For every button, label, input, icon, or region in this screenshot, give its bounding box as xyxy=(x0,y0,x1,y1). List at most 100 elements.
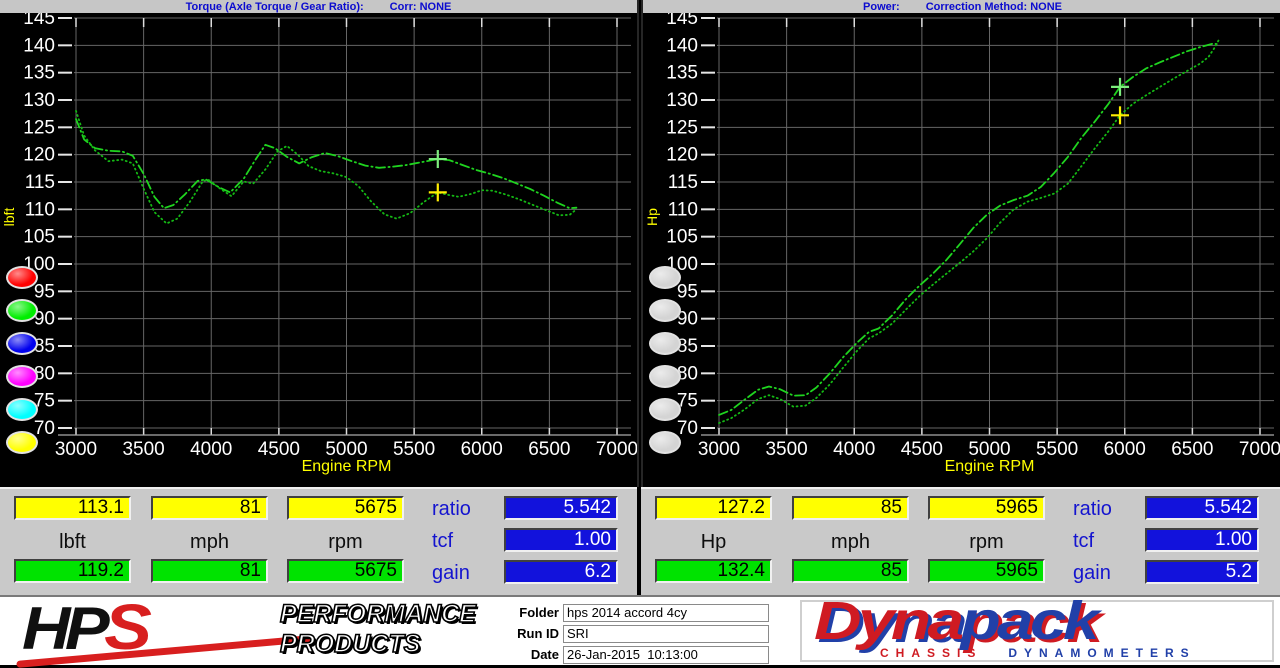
ratio-value-field: 5.542 xyxy=(504,496,618,520)
run-selector-button-2[interactable] xyxy=(6,299,38,322)
dynapack-subtitle: CHASSISDYNAMOMETERS xyxy=(880,646,1196,660)
svg-text:6500: 6500 xyxy=(528,439,570,460)
torque-sri-value-field: 119.2 xyxy=(14,559,131,583)
run-selector-button-1[interactable] xyxy=(649,266,681,289)
svg-text:3000: 3000 xyxy=(698,439,740,460)
svg-text:6000: 6000 xyxy=(461,439,503,460)
torque-baseline-value-field: 113.1 xyxy=(14,496,131,520)
gain-value-field: 5.2 xyxy=(1145,560,1259,584)
tcf-value-field: 1.00 xyxy=(1145,528,1259,552)
rpm-unit-label: rpm xyxy=(287,531,404,554)
torque-y-axis-label: lbft xyxy=(1,187,17,247)
svg-text:140: 140 xyxy=(666,35,698,56)
ratio-label: ratio xyxy=(1073,498,1143,521)
speed-unit-label: mph xyxy=(151,531,268,554)
tcf-label: tcf xyxy=(432,530,502,553)
svg-text:4500: 4500 xyxy=(901,439,943,460)
tcf-label: tcf xyxy=(1073,530,1143,553)
power-correction-label: Correction Method: NONE xyxy=(926,1,1062,13)
hps-logo-tagline: PERFORMANCE PRODUCTS xyxy=(280,599,476,659)
hps-performance-text: PERFORMANCE xyxy=(280,599,476,629)
footer-bar: HPS PERFORMANCE PRODUCTS Folder hps 2014… xyxy=(0,595,1280,665)
hps-logo: HPS PERFORMANCE PRODUCTS xyxy=(6,598,476,662)
ratio-label: ratio xyxy=(432,498,502,521)
svg-text:110: 110 xyxy=(668,199,698,220)
svg-text:4000: 4000 xyxy=(833,439,875,460)
svg-text:3000: 3000 xyxy=(55,439,97,460)
hps-products-text: PRODUCTS xyxy=(280,629,476,659)
run-info-block: Folder hps 2014 accord 4cy Run ID SRI Da… xyxy=(497,602,769,665)
run-selector-button-6[interactable] xyxy=(6,431,38,454)
runid-input[interactable]: SRI xyxy=(563,625,769,643)
svg-text:140: 140 xyxy=(23,35,55,56)
svg-text:120: 120 xyxy=(23,145,55,166)
power-baseline-value-field: 127.2 xyxy=(655,496,772,520)
run-selector-button-3[interactable] xyxy=(649,332,681,355)
ratio-value-field: 5.542 xyxy=(1145,496,1259,520)
power-title: Power: xyxy=(863,1,900,13)
torque-sri-rpm-field: 5675 xyxy=(287,559,404,583)
power-readout-panel: 127.2 85 5965 Hp mph rpm 132.4 85 5965 r… xyxy=(641,487,1280,595)
date-input[interactable]: 26-Jan-2015 10:13:00 xyxy=(563,646,769,664)
svg-text:135: 135 xyxy=(666,63,698,84)
torque-unit-label: lbft xyxy=(14,531,131,554)
svg-text:5000: 5000 xyxy=(968,439,1010,460)
torque-chart-plot[interactable]: 7075808590951001051101151201251301351401… xyxy=(0,13,637,487)
run-selector-button-6[interactable] xyxy=(649,431,681,454)
power-chart-plot[interactable]: 7075808590951001051101151201251301351401… xyxy=(643,13,1280,487)
svg-text:3500: 3500 xyxy=(765,439,807,460)
power-y-axis-label: Hp xyxy=(644,187,660,247)
dynapack-dyna: Dyna xyxy=(814,591,960,651)
power-baseline-speed-field: 85 xyxy=(792,496,909,520)
svg-text:4000: 4000 xyxy=(190,439,232,460)
runid-row: Run ID SRI xyxy=(497,623,769,644)
run-selector-button-4[interactable] xyxy=(6,365,38,388)
power-unit-label: Hp xyxy=(655,531,772,554)
torque-correction-label: Corr: NONE xyxy=(390,1,452,13)
folder-input[interactable]: hps 2014 accord 4cy xyxy=(563,604,769,622)
svg-text:105: 105 xyxy=(23,227,55,248)
torque-x-axis-label: Engine RPM xyxy=(76,458,617,476)
power-chart-panel: Power: Correction Method: NONE 707580859… xyxy=(641,0,1280,487)
svg-text:115: 115 xyxy=(668,172,698,193)
svg-text:130: 130 xyxy=(23,90,55,111)
dynapack-pack: pack xyxy=(960,591,1096,651)
svg-text:145: 145 xyxy=(23,13,55,29)
svg-text:115: 115 xyxy=(25,172,55,193)
run-selector-button-5[interactable] xyxy=(6,398,38,421)
torque-title-bar: Torque (Axle Torque / Gear Ratio): Corr:… xyxy=(0,0,637,13)
svg-text:110: 110 xyxy=(25,199,55,220)
torque-baseline-speed-field: 81 xyxy=(151,496,268,520)
svg-text:7000: 7000 xyxy=(596,439,637,460)
run-selector-button-3[interactable] xyxy=(6,332,38,355)
power-x-axis-label: Engine RPM xyxy=(719,458,1260,476)
svg-text:3500: 3500 xyxy=(122,439,164,460)
folder-row: Folder hps 2014 accord 4cy xyxy=(497,602,769,623)
dynapack-logo: Dynapack CHASSISDYNAMOMETERS xyxy=(800,600,1274,662)
hps-logo-text: HPS xyxy=(22,590,146,664)
run-selector-button-5[interactable] xyxy=(649,398,681,421)
folder-label: Folder xyxy=(497,605,559,620)
torque-sri-speed-field: 81 xyxy=(151,559,268,583)
svg-text:105: 105 xyxy=(666,227,698,248)
hps-logo-hp: HP xyxy=(22,595,104,662)
svg-text:130: 130 xyxy=(666,90,698,111)
svg-text:125: 125 xyxy=(666,117,698,138)
svg-text:6500: 6500 xyxy=(1171,439,1213,460)
dynapack-dynamometers-text: DYNAMOMETERS xyxy=(1008,646,1195,660)
run-selector-button-1[interactable] xyxy=(6,266,38,289)
power-sri-speed-field: 85 xyxy=(792,559,909,583)
run-selector-button-2[interactable] xyxy=(649,299,681,322)
svg-text:5500: 5500 xyxy=(393,439,435,460)
svg-text:135: 135 xyxy=(23,63,55,84)
torque-chart-panel: Torque (Axle Torque / Gear Ratio): Corr:… xyxy=(0,0,639,487)
svg-text:125: 125 xyxy=(23,117,55,138)
torque-baseline-rpm-field: 5675 xyxy=(287,496,404,520)
speed-unit-label: mph xyxy=(792,531,909,554)
hps-logo-s: S xyxy=(104,591,146,663)
power-plot-svg: 7075808590951001051101151201251301351401… xyxy=(643,13,1280,487)
svg-text:5000: 5000 xyxy=(325,439,367,460)
svg-text:4500: 4500 xyxy=(258,439,300,460)
run-selector-button-4[interactable] xyxy=(649,365,681,388)
tcf-value-field: 1.00 xyxy=(504,528,618,552)
